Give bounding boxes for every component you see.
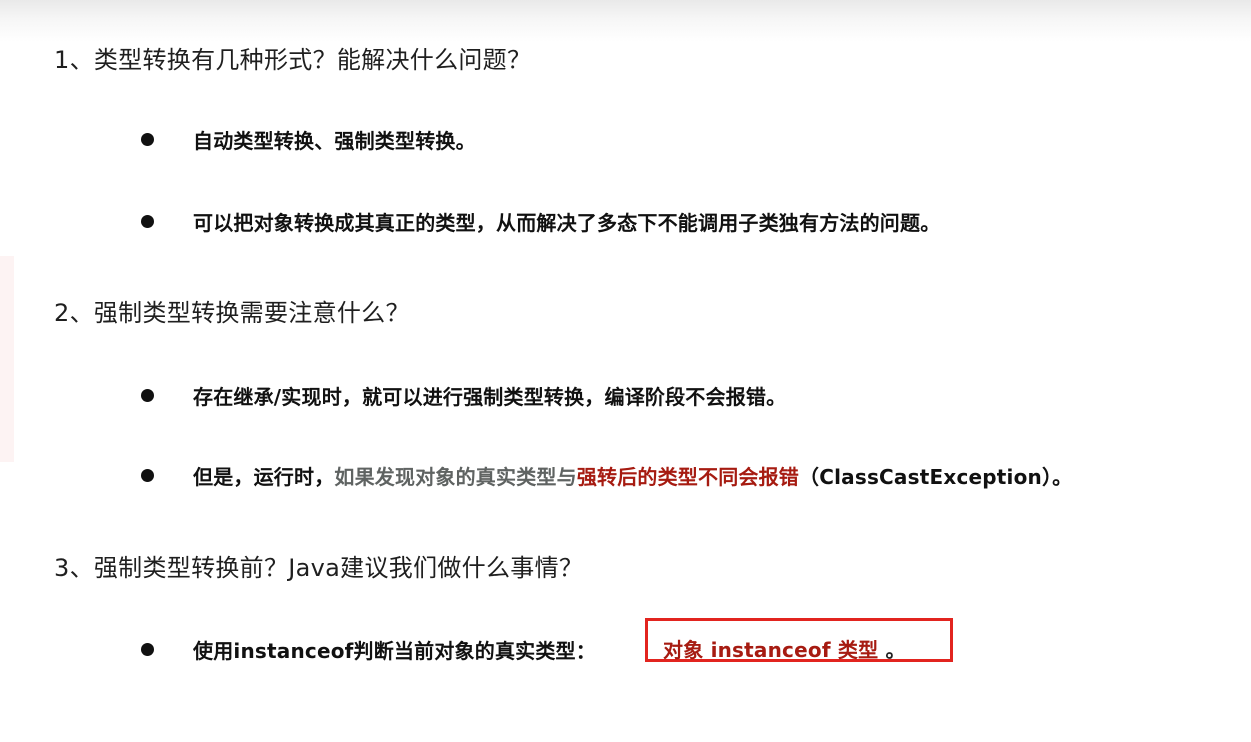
- q1-bullet-1-text: 自动类型转换、强制类型转换。: [193, 128, 476, 153]
- highlight-suffix: 。: [878, 638, 906, 662]
- question-2-heading: 2、强制类型转换需要注意什么？: [54, 299, 410, 327]
- bullet-dot: [141, 132, 154, 146]
- q2-bullet-2-text: 但是，运行时，如果发现对象的真实类型与强转后的类型不同会报错（ClassCast…: [193, 461, 1072, 490]
- q3-bullet-1: 使用instanceof判断当前对象的真实类型：: [141, 634, 596, 664]
- q2-bullet-2-gray-text: 如果发现对象的真实类型与: [334, 464, 577, 489]
- left-edge-tint: [0, 256, 14, 462]
- q1-bullet-2-text: 可以把对象转换成其真正的类型，从而解决了多态下不能调用子类独有方法的问题。: [193, 210, 941, 235]
- instanceof-syntax: 对象 instanceof 类型: [663, 638, 879, 662]
- q1-bullet-2: 可以把对象转换成其真正的类型，从而解决了多态下不能调用子类独有方法的问题。: [141, 206, 940, 236]
- q1-bullet-1: 自动类型转换、强制类型转换。: [141, 124, 476, 154]
- bullet-dot: [141, 642, 154, 656]
- q2-bullet-1-text: 存在继承/实现时，就可以进行强制类型转换，编译阶段不会报错。: [193, 384, 787, 409]
- q2-bullet-2-part1: 但是，运行时，: [193, 464, 335, 489]
- question-1-heading: 1、类型转换有几种形式？能解决什么问题？: [54, 46, 532, 74]
- bullet-dot: [141, 388, 154, 402]
- top-shadow: [0, 0, 1251, 42]
- question-3-heading: 3、强制类型转换前？Java建议我们做什么事情？: [54, 554, 584, 582]
- highlight-box-text: 对象 instanceof 类型 。: [663, 634, 906, 663]
- q2-bullet-2: 但是，运行时，如果发现对象的真实类型与强转后的类型不同会报错（ClassCast…: [141, 460, 1072, 490]
- q3-bullet-1-text: 使用instanceof判断当前对象的真实类型：: [193, 638, 596, 663]
- q2-bullet-2-exception: （ClassCastException）。: [799, 464, 1073, 489]
- q2-bullet-1: 存在继承/实现时，就可以进行强制类型转换，编译阶段不会报错。: [141, 380, 786, 410]
- bullet-dot: [141, 214, 154, 228]
- bullet-dot: [141, 468, 154, 482]
- q2-bullet-2-red-text: 强转后的类型不同会报错: [576, 464, 800, 489]
